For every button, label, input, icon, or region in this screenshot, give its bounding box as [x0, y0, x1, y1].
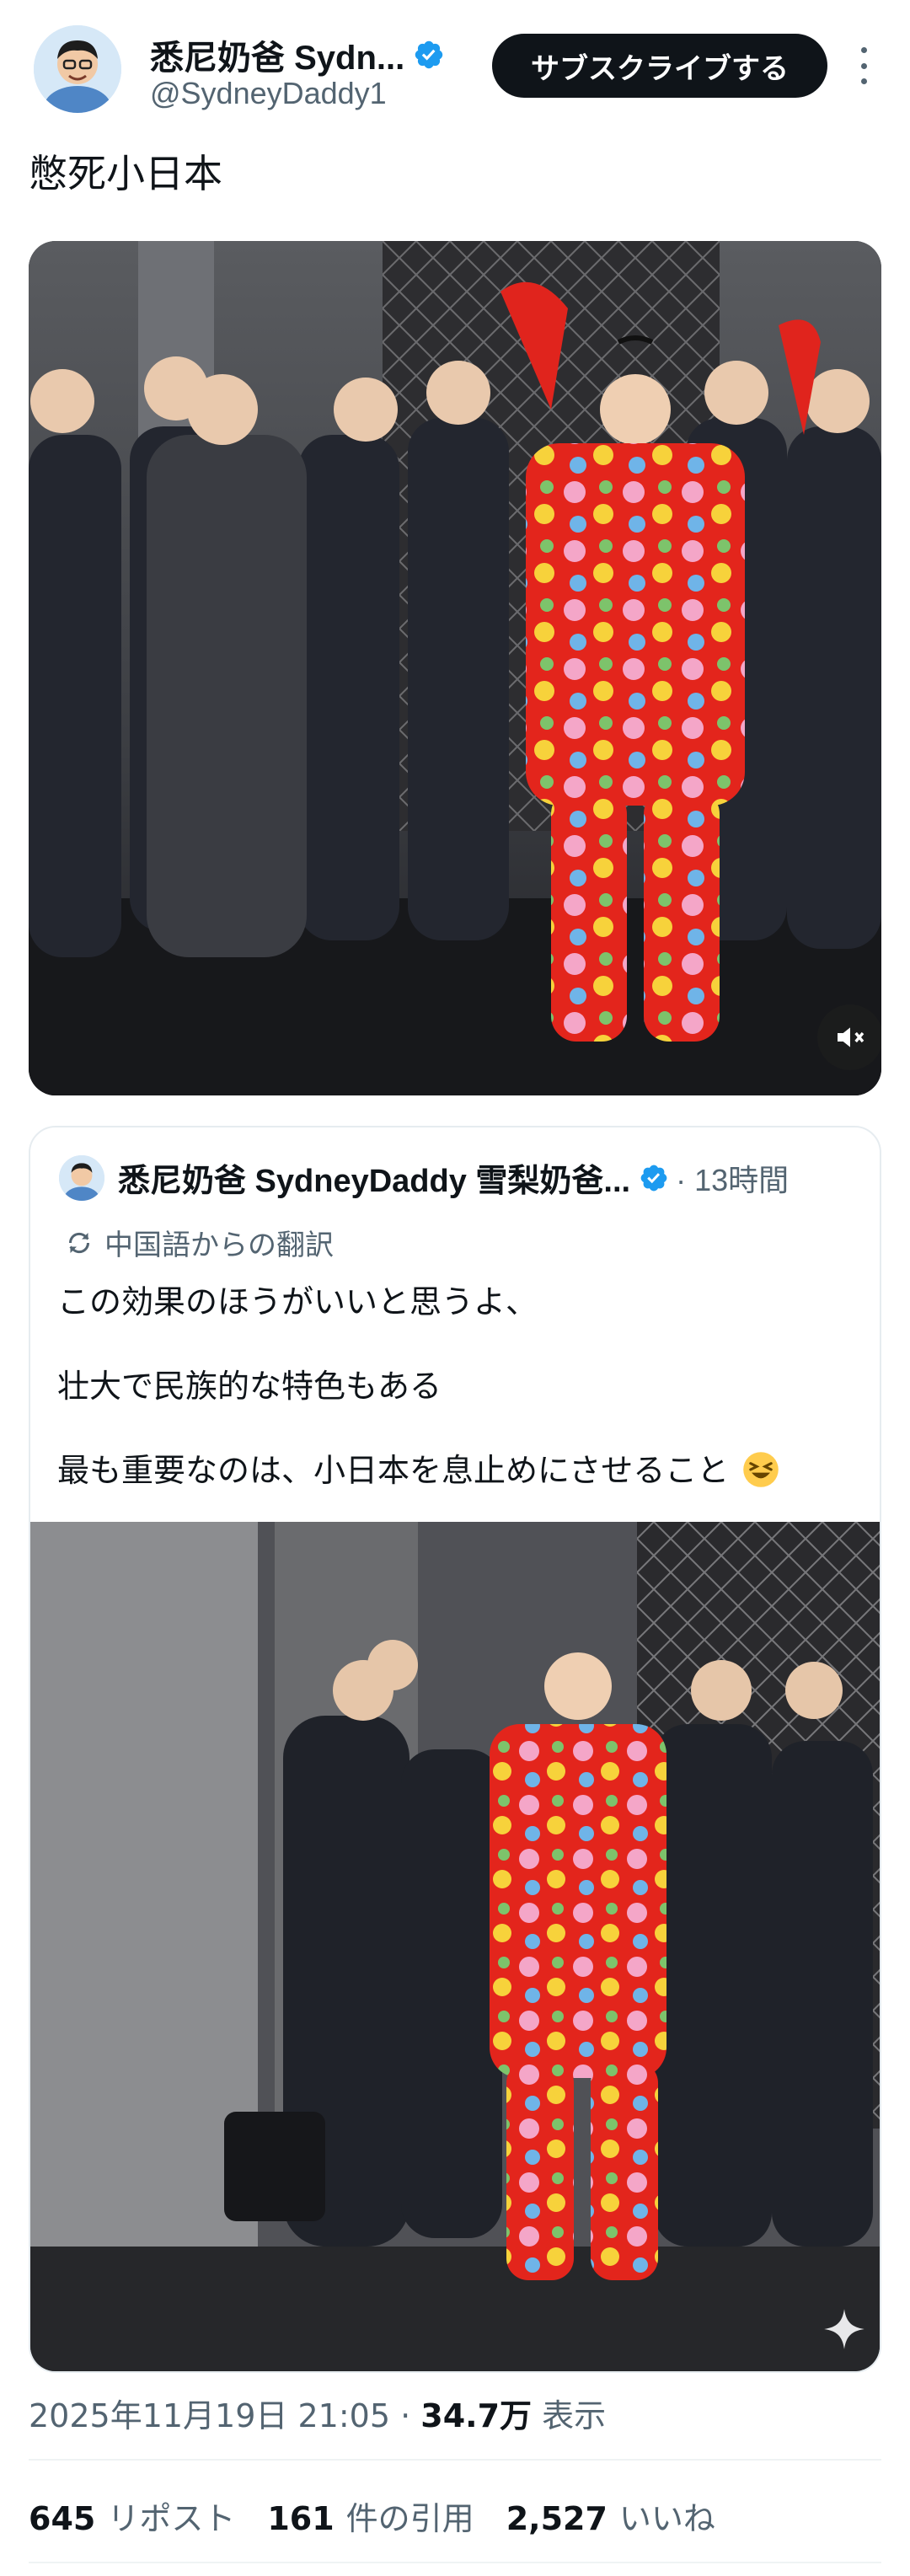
reposts-label: リポスト [107, 2500, 236, 2537]
author-name-row[interactable]: 悉尼奶爸 Sydn... [150, 30, 445, 79]
verified-badge-icon [640, 1165, 667, 1191]
quoted-text-line: 最も重要なのは、小日本を息止めにさせること [57, 1452, 730, 1489]
quotes-label: 件の引用 [345, 2500, 474, 2537]
quoted-author-name[interactable]: 悉尼奶爸 SydneyDaddy 雪梨奶爸... [118, 1154, 630, 1201]
subscribe-button[interactable]: サブスクライブする [492, 34, 827, 98]
likes-stat[interactable]: 2,527 いいね [506, 2493, 715, 2539]
laughing-face-icon [743, 1452, 779, 1487]
mute-toggle[interactable] [817, 1004, 881, 1070]
quoted-text-line: 壮大で民族的な特色もある [57, 1368, 442, 1405]
post-video[interactable] [29, 241, 881, 1095]
quoted-post[interactable]: 悉尼奶爸 SydneyDaddy 雪梨奶爸... · 13時間 中国語からの翻訳… [29, 1126, 881, 2373]
post-text: 憋死小日本 [29, 151, 222, 196]
quoted-author-avatar[interactable] [59, 1154, 104, 1201]
quoted-post-header: 悉尼奶爸 SydneyDaddy 雪梨奶爸... · 13時間 [59, 1154, 789, 1201]
sparkle-icon [824, 2309, 864, 2349]
reposts-stat[interactable]: 645 リポスト [29, 2493, 235, 2539]
video-frame [29, 241, 881, 1095]
post-timestamp[interactable]: 2025年11月19日 21:05 [29, 2397, 390, 2434]
divider [29, 2562, 881, 2563]
quoted-text-line: この効果のほうがいいと思うよ、 [57, 1283, 538, 1320]
quoted-text-line-with-emoji: 最も重要なのは、小日本を息止めにさせること [57, 1444, 779, 1491]
quoted-image-content [30, 1522, 880, 2371]
quoted-post-time[interactable]: · 13時間 [676, 1156, 789, 1200]
meta-separator: · [390, 2397, 421, 2434]
quotes-count: 161 [267, 2500, 335, 2537]
post-meta: 2025年11月19日 21:05 · 34.7万 表示 [29, 2390, 606, 2436]
post-header: 悉尼奶爸 Sydn... @SydneyDaddy1 サブスクライブする [0, 0, 910, 135]
quotes-stat[interactable]: 161 件の引用 [267, 2493, 474, 2539]
translate-icon [68, 1232, 90, 1253]
quoted-image[interactable] [30, 1522, 880, 2371]
translation-label[interactable]: 中国語からの翻訳 [64, 1222, 334, 1263]
reposts-count: 645 [29, 2500, 96, 2537]
author-handle[interactable]: @SydneyDaddy1 [150, 76, 387, 111]
speaker-muted-icon [838, 1027, 864, 1047]
author-avatar[interactable] [34, 25, 121, 113]
engagement-stats: 645 リポスト 161 件の引用 2,527 いいね [29, 2493, 747, 2539]
views-label: 表示 [532, 2397, 607, 2434]
more-options-icon[interactable] [851, 42, 876, 89]
verified-badge-icon [415, 40, 443, 69]
likes-count: 2,527 [506, 2500, 608, 2537]
divider [29, 2459, 881, 2461]
likes-label: いいね [618, 2500, 715, 2537]
translation-label-text: 中国語からの翻訳 [104, 1229, 334, 1262]
author-name[interactable]: 悉尼奶爸 Sydn... [150, 30, 404, 79]
views-count: 34.7万 [420, 2397, 533, 2434]
